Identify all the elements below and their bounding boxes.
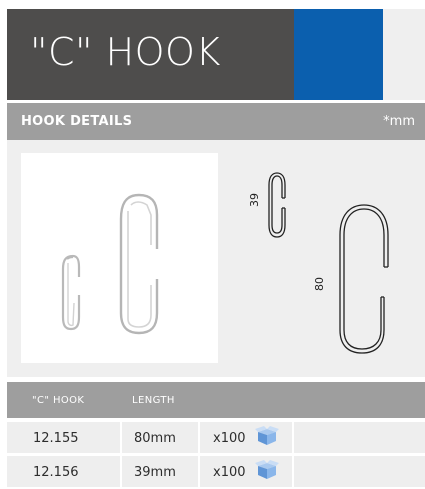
column-header-code: "C" HOOK bbox=[32, 395, 85, 406]
small-dimension-label: 39 bbox=[248, 193, 261, 207]
product-code: 12.155 bbox=[33, 431, 79, 446]
empty-cell bbox=[294, 422, 425, 453]
unit-label: *mm bbox=[383, 114, 415, 129]
hook-photo-image bbox=[61, 193, 159, 335]
header-side-panel bbox=[383, 9, 425, 100]
column-header-length: LENGTH bbox=[132, 395, 175, 406]
table-header: "C" HOOK LENGTH bbox=[7, 382, 425, 418]
product-quantity: x100 bbox=[213, 431, 246, 446]
details-bar: HOOK DETAILS *mm bbox=[7, 103, 425, 140]
quantity-cell: x100 bbox=[200, 456, 292, 487]
large-dimension-label: 80 bbox=[313, 277, 326, 291]
page-title: "C" HOOK bbox=[30, 30, 221, 74]
header-accent-block bbox=[294, 9, 383, 100]
box-icon bbox=[255, 426, 279, 445]
product-quantity: x100 bbox=[213, 465, 246, 480]
product-length: 39mm bbox=[134, 465, 176, 480]
product-photo bbox=[21, 153, 218, 363]
product-code: 12.156 bbox=[33, 465, 79, 480]
length-cell: 39mm bbox=[122, 456, 198, 487]
details-title: HOOK DETAILS bbox=[21, 114, 133, 129]
quantity-cell: x100 bbox=[200, 422, 292, 453]
empty-cell bbox=[294, 456, 425, 487]
large-hook-drawing: 80 bbox=[306, 195, 411, 355]
table-row[interactable]: 12.156 39mm x100 bbox=[7, 456, 425, 487]
code-cell: 12.156 bbox=[7, 456, 120, 487]
table-row[interactable]: 12.155 80mm x100 bbox=[7, 422, 425, 453]
product-length: 80mm bbox=[134, 431, 176, 446]
box-icon bbox=[255, 460, 279, 479]
code-cell: 12.155 bbox=[7, 422, 120, 453]
small-hook-drawing: 39 bbox=[248, 165, 308, 250]
length-cell: 80mm bbox=[122, 422, 198, 453]
